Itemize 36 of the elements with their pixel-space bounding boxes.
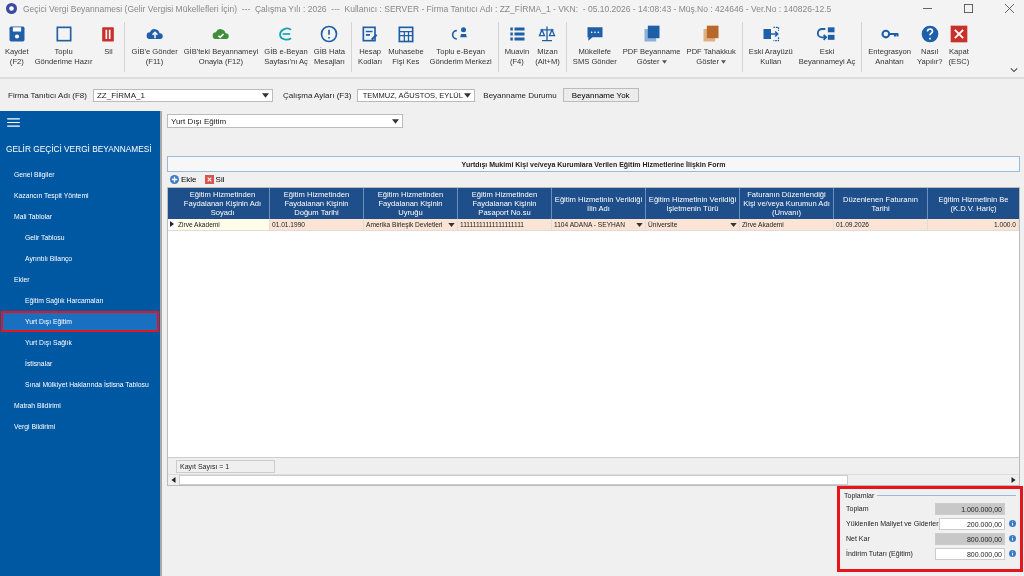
menu-icon[interactable] [7,118,20,127]
close-icon [948,24,969,44]
field-label: Beyanname Durumu [483,90,557,100]
plus-icon [170,175,179,184]
scroll-right-icon[interactable] [1011,477,1016,483]
info-icon[interactable] [1009,550,1016,557]
dropdown-arrow-icon[interactable] [730,222,737,227]
info-icon[interactable] [1009,520,1016,527]
add-button[interactable]: Ekle [167,175,200,184]
maximize-icon[interactable] [964,4,973,13]
row-indicator-icon [170,221,174,227]
info-icon[interactable] [1009,535,1016,542]
delete-icon [204,175,214,184]
alert-circle-icon [319,24,340,44]
firm-dropdown[interactable]: ZZ_FİRMA_1 [93,88,273,102]
dropdown-arrow-icon [262,92,269,98]
dropdown-arrow-icon[interactable] [636,222,643,227]
delete-button[interactable]: Sil [201,175,228,184]
chevron-down-icon[interactable] [1010,67,1018,73]
status-button[interactable]: Beyanname Yok [562,88,639,102]
section-dropdown[interactable]: Yurt Dışı Eğitim [167,114,403,128]
dropdown-arrow-icon[interactable] [448,222,455,227]
scroll-left-icon[interactable] [171,477,176,483]
scrollbar[interactable] [179,475,848,485]
help-icon [919,24,940,44]
window-title: Geçici Vergi Beyannamesi (Gelir Vergisi Mükellefleri İçin) --- Çalışma Yılı : 2026 --- Kullanıcı : SERVER - Firma Tanıtıcı Adı : ZZ_FİRMA_1 - VKN: - 05.10.2026 - 14:08:43 - Müş.No : 424646 - Ver.No : 140826-12.5 [23,3,833,14]
dropdown-arrow-icon [464,92,472,98]
scales-icon [537,24,558,44]
dropdown-arrow-icon [392,118,399,124]
sidebar-title: GELİR GEÇİCİ VERGİ BEYANNAMESİ [6,144,152,154]
caret-icon [661,60,667,64]
close-icon[interactable] [1005,4,1014,13]
field-label: Firma Tanıtıcı Adı (F8) [8,90,87,100]
caret-icon [721,60,727,64]
app-logo-icon [6,3,17,14]
field-label: Çalışma Ayları (F3) [283,90,352,100]
